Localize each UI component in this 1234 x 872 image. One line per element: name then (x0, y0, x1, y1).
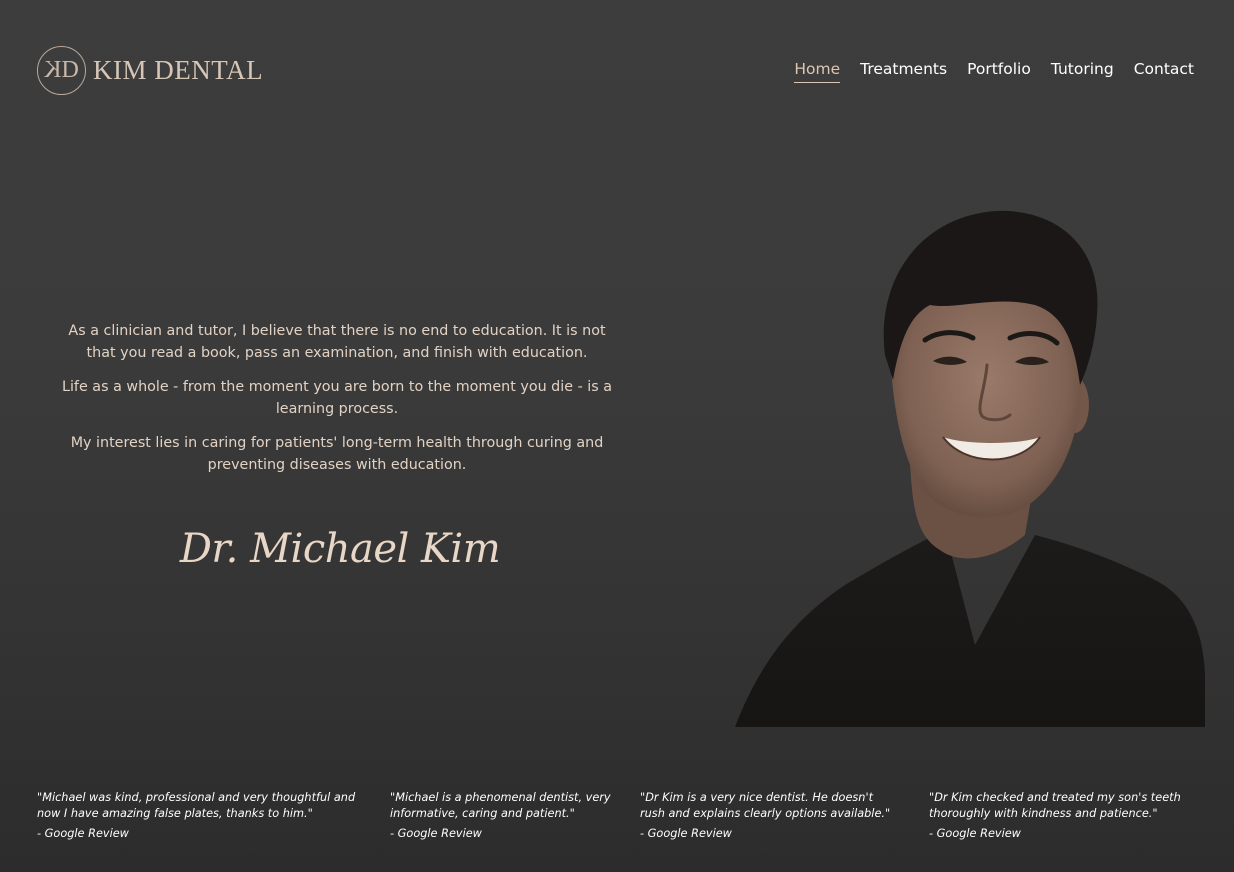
review-source: - Google Review (37, 827, 129, 840)
nav-treatments[interactable]: Treatments (860, 60, 947, 83)
review-4: "Dr Kim checked and treated my son's tee… (929, 790, 1199, 842)
hero-text: As a clinician and tutor, I believe that… (52, 320, 622, 488)
review-quote: "Michael was kind, professional and very… (37, 791, 356, 820)
main-nav: Home Treatments Portfolio Tutoring Conta… (774, 60, 1194, 83)
review-quote: "Michael is a phenomenal dentist, very i… (390, 791, 611, 820)
logo-text: KIM DENTAL (93, 55, 264, 85)
review-3: "Dr Kim is a very nice dentist. He doesn… (640, 790, 900, 842)
review-source: - Google Review (640, 827, 732, 840)
review-1: "Michael was kind, professional and very… (37, 790, 357, 842)
nav-home[interactable]: Home (794, 60, 841, 83)
nav-contact[interactable]: Contact (1134, 60, 1194, 83)
review-source: - Google Review (390, 827, 482, 840)
review-2: "Michael is a phenomenal dentist, very i… (390, 790, 615, 842)
review-quote: "Dr Kim is a very nice dentist. He doesn… (640, 791, 891, 820)
nav-portfolio[interactable]: Portfolio (967, 60, 1031, 83)
review-quote: "Dr Kim checked and treated my son's tee… (929, 791, 1181, 820)
doctor-portrait (735, 210, 1205, 727)
logo[interactable]: KD KIM DENTAL (37, 46, 263, 95)
hero-paragraph-1: As a clinician and tutor, I believe that… (68, 323, 606, 361)
signature: Dr. Michael Kim (179, 526, 501, 572)
nav-tutoring[interactable]: Tutoring (1051, 60, 1114, 83)
logo-mark-icon: KD (37, 46, 86, 95)
hero-paragraph-3: My interest lies in caring for patients'… (70, 435, 604, 473)
review-source: - Google Review (929, 827, 1021, 840)
hero-paragraph-2: Life as a whole - from the moment you ar… (62, 379, 612, 417)
